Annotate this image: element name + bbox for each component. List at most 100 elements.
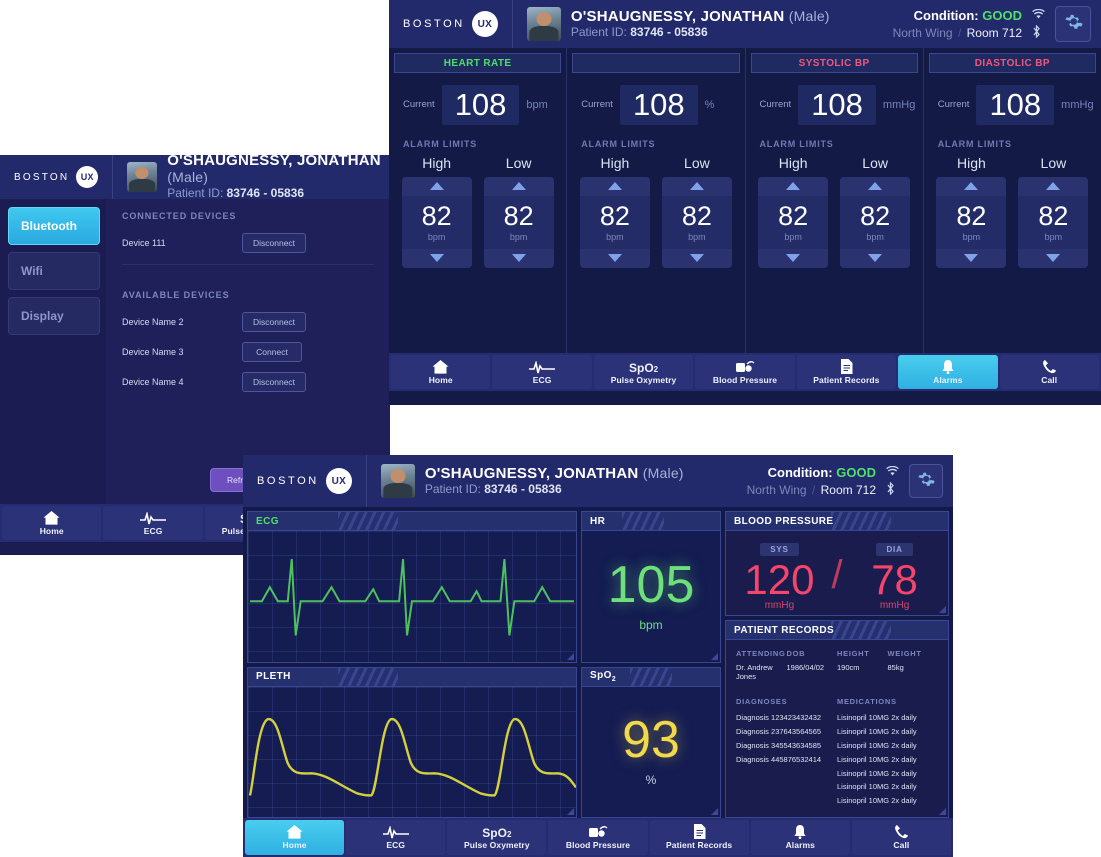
chevron-down-icon [429,254,444,263]
nav-item-ecg[interactable]: ECG [103,506,203,540]
bell-icon [793,825,807,839]
increment-button[interactable] [401,176,472,196]
alarm-column-header[interactable]: DIASTOLIC BP [928,53,1096,73]
resize-grip[interactable] [711,808,718,815]
high-label: High [778,154,808,171]
list-item: Diagnosis 345543634585 [736,740,822,750]
nav-item-home[interactable]: Home [2,506,102,540]
decrement-button[interactable] [483,248,554,268]
current-value: 108 [619,85,698,125]
high-stepper[interactable]: 82 bpm [401,176,472,268]
decrement-button[interactable] [661,248,732,268]
high-low-row: High 82 bpm Low 82 bpm [746,149,923,268]
high-stepper[interactable]: 82 bpm [936,176,1007,268]
settings-gear-button[interactable] [1055,6,1091,42]
nav-item-label: Pulse Oxymetry [610,374,677,385]
device-name: Device Name 2 [122,317,184,327]
dashboard-body: ECG PLETH HR 105 bpm SpO2 93 % BLOOD PRE… [243,507,953,818]
resize-grip[interactable] [567,808,574,815]
limit-unit: bpm [962,231,981,242]
chevron-up-icon [786,182,801,191]
disconnect-button[interactable]: Disconnect [242,312,307,332]
nav-item-alarms[interactable]: Alarms [898,355,998,389]
list-item: Diagnosis 237643564565 [736,726,822,736]
nav-item-label: Alarms [785,840,815,850]
nav-item-alarms[interactable]: Alarms [750,820,850,855]
connect-button[interactable]: Connect [242,342,302,362]
home-icon [43,510,60,525]
high-stepper[interactable]: 82 bpm [758,176,829,268]
low-stepper[interactable]: 82 bpm [661,176,732,268]
list-item: Lisinopril 10MG 2x daily [837,782,917,792]
increment-button[interactable] [661,176,732,196]
increment-button[interactable] [936,176,1007,196]
alarm-column-header[interactable]: HEART RATE [394,53,562,73]
list-item: Lisinopril 10MG 2x daily [837,740,917,750]
nav-item-pulse-oxymetry[interactable]: SpO2 Pulse Oxymetry [447,820,547,855]
nav-item-ecg[interactable]: ECG [492,355,592,389]
alarm-column-header[interactable]: SYSTOLIC BP [750,53,918,73]
high-stepper[interactable]: 82 bpm [579,176,650,268]
nav-item-label: Call [893,840,910,850]
increment-button[interactable] [1018,176,1089,196]
sidebar-item-display[interactable]: Display [8,297,100,335]
settings-bottom-nav-clip: Home ECG SpO2 Pulse Oxymetry Blood P [0,504,250,542]
brand-pill: UX [76,166,99,188]
settings-gear-button[interactable] [909,464,943,498]
nav-item-blood-pressure[interactable]: Blood Pressure [695,355,795,389]
document-icon [693,824,706,839]
list-item: Lisinopril 10MG 2x daily [837,768,917,778]
nav-item-label: Home [428,374,453,385]
nav-item-patient-records[interactable]: Patient Records [796,355,897,389]
field-height: HEIGHT 190cm [837,649,888,681]
nav-item-pulse-oxymetry[interactable]: SpO2 Pulse Oxymetry [593,355,694,389]
nav-item-patient-records[interactable]: Patient Records [649,820,749,855]
panel-header: ECG [248,512,576,531]
list-item: Diagnosis 445876532414 [736,754,822,764]
low-stepper[interactable]: 82 bpm [840,176,911,268]
nav-item-blood-pressure[interactable]: Blood Pressure [548,820,648,855]
decrement-button[interactable] [936,248,1007,268]
resize-grip[interactable] [567,652,574,660]
increment-button[interactable] [579,176,650,196]
disconnect-button[interactable]: Disconnect [242,233,307,253]
alarm-column-header[interactable] [572,53,740,73]
chevron-up-icon [1046,182,1061,191]
alarms-bottom-nav: Home ECG SpO 2 Pulse Oxymetry Blood Press… [389,353,1101,391]
sidebar-item-wifi[interactable]: Wifi [8,252,100,290]
low-stepper[interactable]: 82 bpm [1018,176,1089,268]
nav-item-home[interactable]: Home [391,355,491,389]
condition-block: Condition: GOOD North Wing / Room 712 [747,464,876,498]
nav-item-home[interactable]: Home [245,820,345,855]
list-item: Lisinopril 10MG 2x daily [837,796,917,806]
disconnect-button[interactable]: Disconnect [242,372,307,392]
resize-grip[interactable] [939,808,946,815]
resize-grip[interactable] [939,606,946,613]
increment-button[interactable] [758,176,829,196]
alarm-column-title: DIASTOLIC BP [974,57,1050,69]
decrement-button[interactable] [401,248,472,268]
increment-button[interactable] [483,176,554,196]
device-name: Device Name 4 [122,377,184,387]
nav-item-call[interactable]: Call [999,355,1099,389]
phone-icon [1042,359,1057,374]
nav-item-ecg[interactable]: ECG [346,820,446,855]
decrement-button[interactable] [840,248,911,268]
current-unit: bpm [526,98,548,111]
increment-button[interactable] [840,176,911,196]
resize-grip[interactable] [711,652,718,660]
nav-item-label: Home [39,525,64,536]
decrement-button[interactable] [758,248,829,268]
decrement-button[interactable] [579,248,650,268]
device-name: Device Name 3 [122,347,184,357]
wing-label: North Wing [892,25,953,40]
device-row: Device Name 4 Disconnect [122,369,374,395]
panel-header: HR [582,512,720,531]
high-limit-cell: High 82 bpm [758,154,829,268]
nav-item-call[interactable]: Call [851,820,951,855]
gear-icon [1064,12,1083,36]
low-stepper[interactable]: 82 bpm [483,176,554,268]
decrement-button[interactable] [1018,248,1089,268]
sidebar-item-bluetooth[interactable]: Bluetooth [8,207,100,245]
avatar [127,162,158,192]
